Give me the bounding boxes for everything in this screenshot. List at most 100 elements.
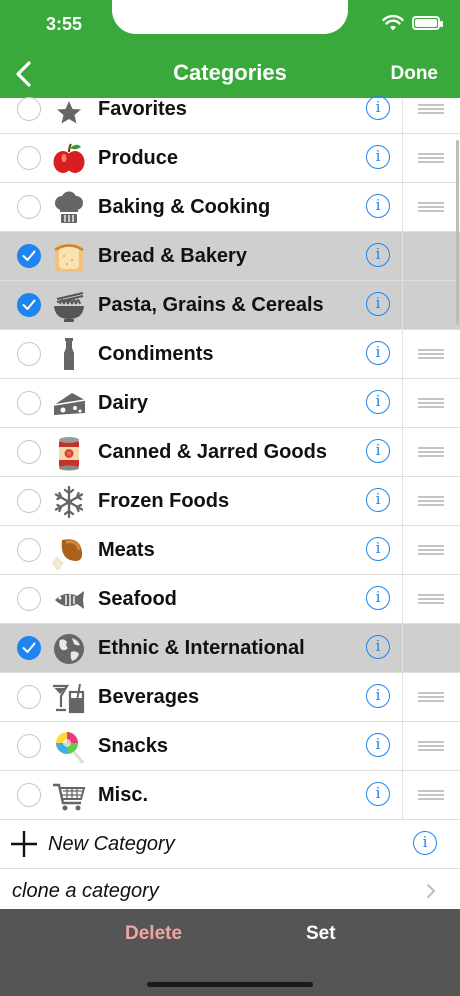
done-button[interactable]: Done bbox=[391, 63, 439, 85]
bottle-icon bbox=[64, 338, 74, 370]
column-divider bbox=[402, 330, 403, 378]
scrollbar[interactable] bbox=[456, 140, 459, 325]
plus-icon[interactable] bbox=[10, 830, 38, 858]
info-icon[interactable]: i bbox=[366, 684, 390, 708]
info-icon[interactable]: i bbox=[366, 733, 390, 757]
reorder-handle-icon[interactable] bbox=[418, 447, 444, 457]
checkbox-unchecked[interactable] bbox=[17, 146, 41, 170]
reorder-handle-icon[interactable] bbox=[418, 153, 444, 163]
category-row[interactable]: Dairy i bbox=[0, 379, 460, 428]
category-row[interactable]: Bread & Bakery i bbox=[0, 232, 460, 281]
checkbox-unchecked[interactable] bbox=[17, 342, 41, 366]
checkbox-unchecked[interactable] bbox=[17, 440, 41, 464]
checkbox-checked[interactable] bbox=[17, 293, 41, 317]
category-label: Frozen Foods bbox=[98, 490, 230, 512]
category-row[interactable]: Meats i bbox=[0, 526, 460, 575]
info-icon[interactable]: i bbox=[366, 194, 390, 218]
category-row[interactable]: Seafood i bbox=[0, 575, 460, 624]
info-icon[interactable]: i bbox=[366, 488, 390, 512]
chef-hat-icon bbox=[55, 191, 83, 223]
category-label: Snacks bbox=[98, 735, 169, 757]
category-row[interactable]: Ethnic & International i bbox=[0, 624, 460, 673]
category-row[interactable]: Favorites i bbox=[0, 96, 460, 134]
info-icon[interactable]: i bbox=[366, 243, 390, 267]
reorder-handle-icon[interactable] bbox=[418, 104, 444, 114]
delete-button[interactable]: Delete bbox=[125, 923, 182, 945]
status-time: 3:55 bbox=[46, 14, 83, 34]
cheese-icon bbox=[53, 393, 86, 415]
new-category-row[interactable]: New Category i bbox=[0, 820, 460, 869]
info-icon[interactable]: i bbox=[366, 586, 390, 610]
home-indicator bbox=[147, 982, 313, 987]
info-icon[interactable]: i bbox=[366, 292, 390, 316]
checkbox-checked[interactable] bbox=[17, 636, 41, 660]
category-row[interactable]: Snacks i bbox=[0, 722, 460, 771]
checkbox-unchecked[interactable] bbox=[17, 685, 41, 709]
info-icon[interactable]: i bbox=[366, 145, 390, 169]
shopping-cart-icon bbox=[53, 783, 86, 811]
checkmark-icon bbox=[22, 250, 36, 261]
new-category-label[interactable]: New Category bbox=[48, 833, 175, 856]
column-divider bbox=[402, 722, 403, 770]
category-row[interactable]: Canned & Jarred Goods i bbox=[0, 428, 460, 477]
category-row[interactable]: Condiments i bbox=[0, 330, 460, 379]
checkbox-unchecked[interactable] bbox=[17, 97, 41, 121]
set-button[interactable]: Set bbox=[306, 923, 336, 945]
category-label: Baking & Cooking bbox=[98, 196, 271, 218]
checkmark-icon bbox=[22, 299, 36, 310]
category-label: Produce bbox=[98, 147, 179, 169]
category-row[interactable]: Beverages i bbox=[0, 673, 460, 722]
category-label: Canned & Jarred Goods bbox=[98, 441, 327, 463]
reorder-handle-icon[interactable] bbox=[418, 790, 444, 800]
reorder-handle-icon[interactable] bbox=[418, 349, 444, 359]
category-label: Dairy bbox=[98, 392, 149, 414]
column-divider bbox=[402, 428, 403, 476]
nav-header: 3:55 Categories Done bbox=[0, 0, 460, 98]
reorder-handle-icon[interactable] bbox=[418, 496, 444, 506]
checkbox-unchecked[interactable] bbox=[17, 783, 41, 807]
info-icon[interactable]: i bbox=[366, 439, 390, 463]
checkbox-unchecked[interactable] bbox=[17, 538, 41, 562]
reorder-handle-icon[interactable] bbox=[418, 594, 444, 604]
bottom-toolbar: Delete Set bbox=[0, 909, 460, 996]
column-divider bbox=[402, 232, 403, 280]
info-icon[interactable]: i bbox=[366, 782, 390, 806]
battery-icon bbox=[412, 16, 443, 30]
info-icon[interactable]: i bbox=[413, 831, 437, 855]
info-icon[interactable]: i bbox=[366, 635, 390, 659]
fish-icon bbox=[55, 591, 84, 609]
can-icon bbox=[59, 437, 79, 471]
device-notch bbox=[112, 0, 348, 34]
info-icon[interactable]: i bbox=[366, 341, 390, 365]
clone-category-row[interactable]: clone a category bbox=[0, 869, 460, 911]
column-divider bbox=[402, 526, 403, 574]
checkbox-unchecked[interactable] bbox=[17, 195, 41, 219]
info-icon[interactable]: i bbox=[366, 390, 390, 414]
category-row[interactable]: Baking & Cooking i bbox=[0, 183, 460, 232]
checkbox-unchecked[interactable] bbox=[17, 489, 41, 513]
reorder-handle-icon[interactable] bbox=[418, 398, 444, 408]
clone-category-label[interactable]: clone a category bbox=[12, 880, 159, 903]
info-icon[interactable]: i bbox=[366, 537, 390, 561]
reorder-handle-icon[interactable] bbox=[418, 545, 444, 555]
info-icon[interactable]: i bbox=[366, 96, 390, 120]
category-row[interactable]: Produce i bbox=[0, 134, 460, 183]
reorder-handle-icon[interactable] bbox=[418, 202, 444, 212]
category-label: Meats bbox=[98, 539, 155, 561]
checkbox-checked[interactable] bbox=[17, 244, 41, 268]
apple-icon bbox=[53, 143, 85, 173]
category-label: Seafood bbox=[98, 588, 177, 610]
column-divider bbox=[402, 575, 403, 623]
reorder-handle-icon[interactable] bbox=[418, 692, 444, 702]
checkbox-unchecked[interactable] bbox=[17, 391, 41, 415]
category-row[interactable]: Pasta, Grains & Cereals i bbox=[0, 281, 460, 330]
category-row[interactable]: Misc. i bbox=[0, 771, 460, 820]
snowflake-icon bbox=[54, 485, 84, 519]
reorder-handle-icon[interactable] bbox=[418, 741, 444, 751]
column-divider bbox=[402, 134, 403, 182]
column-divider bbox=[402, 477, 403, 525]
checkbox-unchecked[interactable] bbox=[17, 734, 41, 758]
column-divider bbox=[402, 624, 403, 672]
checkbox-unchecked[interactable] bbox=[17, 587, 41, 611]
category-row[interactable]: Frozen Foods i bbox=[0, 477, 460, 526]
